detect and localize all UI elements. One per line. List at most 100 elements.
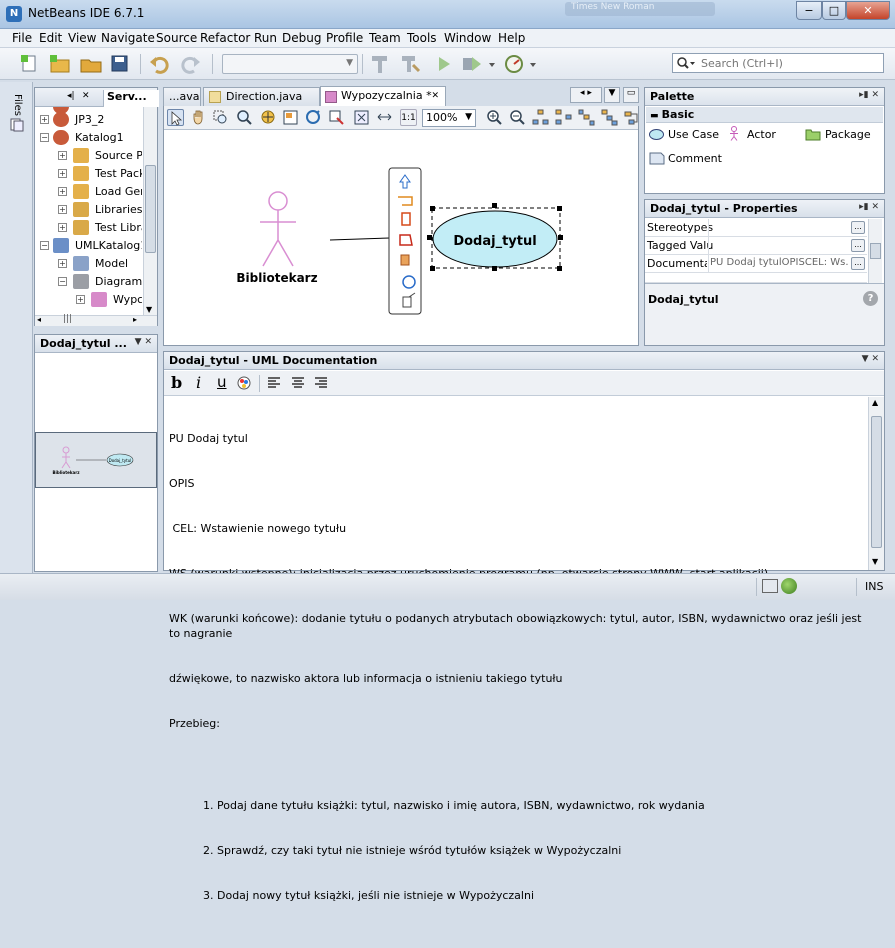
redo-icon[interactable] [178,53,202,75]
scroll-up-icon[interactable]: ▲ [872,398,878,407]
layout-incremental-icon[interactable] [601,109,618,126]
tab-services[interactable]: Serv... [103,90,159,107]
zoom-level-combo[interactable]: 100% ▼ [422,109,476,127]
align-left-icon[interactable] [267,376,281,393]
collapse-minus-icon[interactable]: − [40,241,49,250]
collapse-minus-icon[interactable]: − [40,133,49,142]
close-tab-icon[interactable]: ✕ [431,91,439,101]
documentation-editor[interactable]: PU Dodaj tytul OPIS CEL: Wstawienie nowe… [169,401,865,902]
menu-team[interactable]: Team [369,31,401,45]
realization-icon[interactable] [400,254,410,266]
doc-scrollbar[interactable]: ▲ ▼ [868,397,884,570]
expand-plus-icon[interactable]: + [76,295,85,304]
tab-wypozyczalnia[interactable]: Wypozyczalnia * ✕ [320,86,446,107]
edit-stereotypes-button[interactable]: ... [851,221,865,234]
maximize-button[interactable]: □ [822,1,846,20]
new-file-icon[interactable] [18,53,42,75]
profile-icon[interactable] [502,53,526,75]
association-icon[interactable] [402,275,416,289]
diagram-canvas[interactable]: Bibliotekarz Dodaj_tytul [164,131,638,345]
scroll-down-icon[interactable]: ▼ [872,557,878,566]
palette-section-basic[interactable]: ▬ Basic [646,107,883,123]
open-project-icon[interactable] [79,53,103,75]
palette-item-use-case[interactable]: Use Case [649,127,729,144]
bold-button[interactable]: b [171,373,182,392]
tree-row-test-packages[interactable]: + Test Pack [35,165,142,183]
configuration-combo[interactable]: ▼ [222,54,358,74]
palette-item-package[interactable]: Package [805,126,881,143]
font-color-icon[interactable] [237,376,252,391]
search-icon[interactable] [676,56,696,73]
zoom-in-icon[interactable] [486,109,503,126]
menu-view[interactable]: View [68,31,96,45]
fit-width-icon[interactable] [376,109,393,126]
scrollbar-thumb[interactable] [145,165,156,253]
menu-window[interactable]: Window [444,31,491,45]
properties-close-icon[interactable]: ▸▮ ✕ [859,202,879,212]
tree-row-diagrams[interactable]: −Diagrams [35,273,142,291]
save-all-icon[interactable] [109,53,133,75]
zoom-out-icon[interactable] [509,109,526,126]
edit-documentation-button[interactable]: ... [851,257,865,270]
italic-button[interactable]: i [196,373,201,392]
tree-row-model[interactable]: + Model [35,255,142,273]
layout-orthogonal-icon[interactable] [555,109,572,126]
undo-icon[interactable] [148,53,172,75]
task-progress-icon[interactable] [762,579,778,593]
select-tool-icon[interactable] [167,109,184,126]
tab-list-dropdown-icon[interactable]: ▼ [604,87,620,103]
sync-element-icon[interactable] [328,109,345,126]
tab-direction-java[interactable]: Direction.java [203,87,320,106]
tab-scroll-left-icon[interactable]: ◂| [67,91,75,101]
properties-scrollbar[interactable] [868,219,882,283]
palette-close-icon[interactable]: ▸▮ ✕ [859,90,879,100]
scroll-down-icon[interactable]: ▼ [146,305,152,314]
tree-horizontal-scrollbar[interactable]: ◂ ||| ▸ [35,314,157,326]
tree-row-jp3[interactable]: + JP3_2 [35,111,142,129]
align-center-icon[interactable] [291,376,305,393]
marquee-zoom-icon[interactable] [212,109,229,126]
expand-plus-icon[interactable]: + [58,205,67,214]
tree-row-katalog1[interactable]: − Katalog1 [35,129,142,147]
close-tab-icon[interactable]: ✕ [82,91,90,101]
scrollbar-thumb[interactable] [870,243,881,259]
interactive-zoom-icon[interactable] [236,109,253,126]
expand-plus-icon[interactable]: + [58,223,67,232]
layout-hierarchical-icon[interactable] [532,109,549,126]
close-button[interactable]: ✕ [846,1,890,20]
menu-source[interactable]: Source [156,31,197,45]
run-icon[interactable] [432,53,456,75]
notification-icon[interactable] [781,578,797,594]
relationship-discovery-icon[interactable] [305,109,322,126]
menu-tools[interactable]: Tools [407,31,437,45]
expand-plus-icon[interactable]: + [58,187,67,196]
actor-label[interactable]: Bibliotekarz [236,271,317,285]
menu-edit[interactable]: Edit [39,31,62,45]
menu-profile[interactable]: Profile [326,31,363,45]
tab-java-file[interactable]: ...ava [163,87,201,106]
property-row-tagged-values[interactable]: Tagged Valu ... [645,237,867,255]
actor-bibliotekarz[interactable] [260,191,296,267]
underline-button[interactable]: u [217,373,227,391]
menu-debug[interactable]: Debug [282,31,321,45]
search-input[interactable] [701,55,881,71]
tree-row-load-generator[interactable]: + Load Gen [35,183,142,201]
pan-hand-icon[interactable] [190,109,207,126]
property-row-stereotypes[interactable]: Stereotypes ... [645,219,867,237]
palette-item-comment[interactable]: Comment [649,150,729,167]
usecase-label[interactable]: Dodaj_tytul [453,234,536,249]
menu-refactor[interactable]: Refactor [200,31,250,45]
diagram-sequence-layout-icon[interactable] [624,109,641,126]
files-tab[interactable]: Files [12,94,23,116]
tree-vertical-scrollbar[interactable]: ▼ [143,107,157,315]
navigator-overview[interactable]: Bibliotekarz Dodaj_tytul [35,432,157,488]
navigate-link-icon[interactable] [260,109,277,126]
expand-plus-icon[interactable]: + [58,259,67,268]
menu-run[interactable]: Run [254,31,277,45]
scroll-right-icon[interactable]: ▸ [133,315,137,324]
scroll-left-icon[interactable]: ◂ [37,315,41,324]
expand-plus-icon[interactable]: + [40,115,49,124]
uml-doc-close-icon[interactable]: ▼ ✕ [862,354,879,364]
expand-plus-icon[interactable]: + [58,169,67,178]
edit-tagged-values-button[interactable]: ... [851,239,865,252]
